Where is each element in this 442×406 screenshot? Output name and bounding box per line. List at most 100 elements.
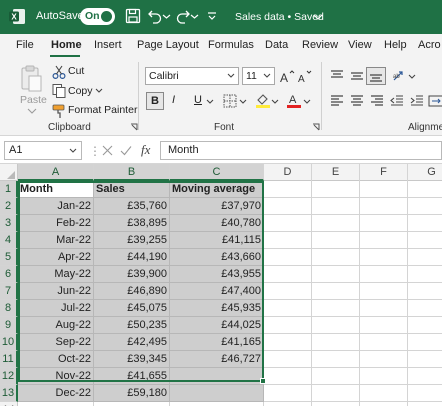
row-header[interactable]: 14 [0, 402, 18, 406]
cell-a6[interactable]: May-22 [18, 266, 94, 283]
empty-cell[interactable] [264, 181, 312, 198]
font-name-select[interactable]: Calibri [145, 67, 239, 85]
cell-a8[interactable]: Jul-22 [18, 300, 94, 317]
empty-cell[interactable] [312, 249, 360, 266]
cell-a10[interactable]: Sep-22 [18, 334, 94, 351]
cell-c3[interactable]: £40,780 [170, 215, 264, 232]
row-header[interactable]: 4 [0, 232, 18, 249]
row-header[interactable]: 10 [0, 334, 18, 351]
row-header[interactable]: 7 [0, 283, 18, 300]
bold-button[interactable]: B [146, 92, 164, 110]
empty-cell[interactable] [312, 351, 360, 368]
empty-cell[interactable] [408, 334, 442, 351]
cell-c9[interactable]: £44,025 [170, 317, 264, 334]
paste-dropdown-icon[interactable] [27, 108, 37, 114]
copy-dropdown-icon[interactable] [95, 88, 103, 94]
empty-cell[interactable] [312, 215, 360, 232]
align-top-icon[interactable] [329, 68, 345, 84]
column-header-c[interactable]: C [170, 164, 264, 181]
cell-c1[interactable]: Moving average [170, 181, 264, 198]
empty-cell[interactable] [408, 266, 442, 283]
column-header-b[interactable]: B [94, 164, 170, 181]
empty-cell[interactable] [312, 402, 360, 406]
fill-color-icon[interactable] [255, 92, 271, 108]
empty-cell[interactable] [408, 385, 442, 402]
empty-cell[interactable] [360, 181, 408, 198]
empty-cell[interactable] [360, 368, 408, 385]
column-header-a[interactable]: A [18, 164, 94, 181]
empty-cell[interactable] [408, 368, 442, 385]
quick-access-more-icon[interactable] [206, 7, 218, 25]
empty-cell[interactable] [360, 300, 408, 317]
fill-handle[interactable] [260, 378, 266, 384]
empty-cell[interactable] [408, 283, 442, 300]
empty-cell[interactable] [264, 368, 312, 385]
tab-view[interactable]: View [348, 39, 372, 51]
tab-formulas[interactable]: Formulas [208, 39, 254, 51]
cell-b10[interactable]: £42,495 [94, 334, 170, 351]
empty-cell[interactable] [360, 215, 408, 232]
cell-b7[interactable]: £46,890 [94, 283, 170, 300]
document-title[interactable]: Sales data • Saved [235, 11, 324, 23]
empty-cell[interactable] [312, 181, 360, 198]
empty-cell[interactable] [312, 300, 360, 317]
align-right-icon[interactable] [369, 93, 385, 109]
empty-cell[interactable] [264, 198, 312, 215]
cell-c6[interactable]: £43,955 [170, 266, 264, 283]
tab-file[interactable]: File [16, 39, 34, 51]
borders-icon[interactable] [222, 93, 238, 109]
cell-a5[interactable]: Apr-22 [18, 249, 94, 266]
align-left-icon[interactable] [329, 93, 345, 109]
orientation-dropdown-icon[interactable] [408, 74, 416, 80]
empty-cell[interactable] [312, 266, 360, 283]
decrease-font-size-icon[interactable]: A [297, 68, 313, 84]
format-painter-icon[interactable] [51, 103, 67, 119]
empty-cell[interactable] [312, 232, 360, 249]
title-dropdown-icon[interactable] [312, 7, 324, 25]
cell-b9[interactable]: £50,235 [94, 317, 170, 334]
font-color-dropdown-icon[interactable] [303, 99, 311, 105]
empty-cell[interactable] [312, 283, 360, 300]
tab-page-layout[interactable]: Page Layout [137, 39, 199, 51]
undo-dropdown-icon[interactable] [162, 7, 171, 25]
row-header[interactable]: 2 [0, 198, 18, 215]
empty-cell[interactable] [408, 181, 442, 198]
cell-b13[interactable]: £59,180 [94, 385, 170, 402]
increase-font-size-icon[interactable]: A [279, 68, 295, 84]
cell-b11[interactable]: £39,345 [94, 351, 170, 368]
empty-cell[interactable] [408, 300, 442, 317]
copy-label[interactable]: Copy [68, 85, 93, 97]
cell-c12[interactable] [170, 368, 264, 385]
empty-cell[interactable] [360, 283, 408, 300]
column-header-d[interactable]: D [264, 164, 312, 181]
empty-cell[interactable] [360, 249, 408, 266]
cell-a2[interactable]: Jan-22 [18, 198, 94, 215]
font-launcher-icon[interactable] [312, 123, 320, 131]
cell-a12[interactable]: Nov-22 [18, 368, 94, 385]
empty-cell[interactable] [360, 351, 408, 368]
formula-bar-grip-icon[interactable]: ⋮ [89, 144, 101, 158]
empty-cell[interactable] [360, 266, 408, 283]
cell-a9[interactable]: Aug-22 [18, 317, 94, 334]
empty-cell[interactable] [360, 232, 408, 249]
empty-cell[interactable] [360, 334, 408, 351]
copy-icon[interactable] [51, 83, 67, 99]
empty-cell[interactable] [360, 198, 408, 215]
tab-insert[interactable]: Insert [94, 39, 122, 51]
cell-c10[interactable]: £41,165 [170, 334, 264, 351]
row-header[interactable]: 12 [0, 368, 18, 385]
underline-dropdown-icon[interactable] [206, 99, 214, 105]
row-header[interactable]: 8 [0, 300, 18, 317]
cell-b6[interactable]: £39,900 [94, 266, 170, 283]
align-center-icon[interactable] [349, 93, 365, 109]
row-header[interactable]: 6 [0, 266, 18, 283]
empty-cell[interactable] [360, 385, 408, 402]
empty-cell[interactable] [408, 232, 442, 249]
decrease-indent-icon[interactable] [389, 93, 405, 109]
empty-cell[interactable] [408, 215, 442, 232]
column-header-f[interactable]: F [360, 164, 408, 181]
cell-c14[interactable] [170, 402, 264, 406]
cell-c5[interactable]: £43,660 [170, 249, 264, 266]
empty-cell[interactable] [264, 249, 312, 266]
align-middle-icon[interactable] [349, 68, 365, 84]
